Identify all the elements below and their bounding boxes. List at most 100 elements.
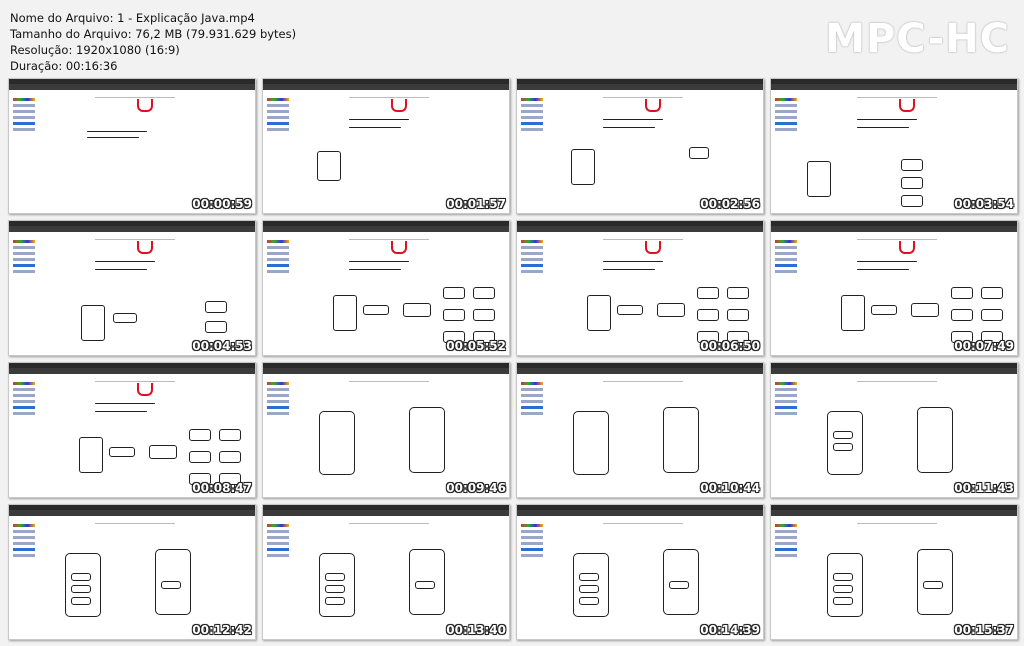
video-thumbnail: 00:12:42: [8, 504, 256, 640]
window-tab-bar: [517, 510, 763, 516]
toolbar: [95, 92, 175, 98]
inner-box: [579, 585, 599, 593]
java-cup-icon: [137, 241, 153, 254]
editor-sidebar: [13, 379, 35, 431]
video-thumbnail: 00:06:50: [516, 220, 764, 356]
sketch-text-line: [87, 131, 147, 132]
thumbnail-timestamp: 00:09:46: [446, 481, 506, 495]
inner-box: [325, 597, 345, 605]
right-panel-box: [663, 407, 699, 473]
video-thumbnail: 00:04:53: [8, 220, 256, 356]
inner-box: [833, 573, 853, 581]
video-thumbnail: 00:02:56: [516, 78, 764, 214]
thumbnail-timestamp: 00:03:54: [954, 197, 1014, 211]
window-tab-bar: [771, 368, 1017, 374]
sketch-text-line: [349, 269, 401, 270]
code-box: [79, 437, 103, 473]
sketch-text-line: [95, 269, 147, 270]
java-cup-icon: [645, 241, 661, 254]
code-box: [571, 149, 595, 185]
jvm-box: [443, 287, 465, 299]
toolbar: [349, 234, 429, 240]
jvm-box: [189, 429, 211, 441]
sketch-text-line: [857, 269, 909, 270]
sketch-text-line: [95, 261, 155, 262]
os-box: [981, 309, 1003, 321]
thumbnail-timestamp: 00:10:44: [700, 481, 760, 495]
editor-sidebar: [267, 521, 289, 573]
java-cup-icon: [899, 241, 915, 254]
video-thumbnail: 00:05:52: [262, 220, 510, 356]
inner-box: [833, 443, 853, 451]
window-tab-bar: [517, 226, 763, 232]
inner-box: [71, 597, 91, 605]
editor-sidebar: [13, 237, 35, 289]
thumbnail-timestamp: 00:02:56: [700, 197, 760, 211]
bytecode-box: [403, 303, 431, 317]
editor-sidebar: [13, 521, 35, 573]
os-box: [205, 321, 227, 333]
editor-sidebar: [13, 95, 35, 147]
right-panel-box: [917, 407, 953, 473]
thumbnail-timestamp: 00:04:53: [192, 339, 252, 353]
editor-sidebar: [521, 521, 543, 573]
toolbar: [857, 518, 937, 524]
editor-sidebar: [775, 237, 797, 289]
os-box: [473, 287, 495, 299]
editor-sidebar: [775, 379, 797, 431]
toolbar: [349, 376, 429, 382]
inner-box: [923, 581, 943, 589]
video-thumbnail: 00:09:46: [262, 362, 510, 498]
code-box: [807, 161, 831, 197]
compiler-box: [113, 313, 137, 323]
window-tab-bar: [9, 226, 255, 232]
window-tab-bar: [263, 368, 509, 374]
window-tab-bar: [9, 84, 255, 90]
java-cup-icon: [391, 99, 407, 112]
window-tab-bar: [771, 510, 1017, 516]
video-thumbnail: 00:14:39: [516, 504, 764, 640]
toolbar: [857, 376, 937, 382]
inner-box: [669, 581, 689, 589]
thumbnail-timestamp: 00:07:49: [954, 339, 1014, 353]
java-cup-icon: [137, 383, 153, 396]
editor-sidebar: [267, 379, 289, 431]
editor-sidebar: [521, 95, 543, 147]
video-thumbnail: 00:15:37: [770, 504, 1018, 640]
thumbnail-timestamp: 00:00:59: [192, 197, 252, 211]
file-duration: Duração: 00:16:36: [10, 59, 118, 73]
window-tab-bar: [771, 84, 1017, 90]
os-box: [727, 287, 749, 299]
compiler-box: [109, 447, 135, 457]
editor-sidebar: [775, 95, 797, 147]
inner-box: [579, 597, 599, 605]
thumbnail-timestamp: 00:12:42: [192, 623, 252, 637]
compiler-box: [617, 305, 643, 315]
inner-box: [325, 585, 345, 593]
toolbar: [349, 92, 429, 98]
bytecode-box: [911, 303, 939, 317]
inner-box: [833, 597, 853, 605]
code-box: [317, 151, 341, 181]
editor-sidebar: [267, 95, 289, 147]
toolbar: [603, 92, 683, 98]
code-box: [333, 295, 357, 331]
inner-box: [579, 573, 599, 581]
thumbnail-timestamp: 00:11:43: [954, 481, 1014, 495]
sketch-text-line: [349, 261, 409, 262]
sketch-text-line: [857, 119, 917, 120]
inner-box: [161, 581, 181, 589]
left-panel-box: [573, 411, 609, 475]
sketch-text-line: [95, 411, 147, 412]
toolbar: [857, 234, 937, 240]
bytecode-box: [657, 303, 685, 317]
file-info: Nome do Arquivo: 1 - Explicação Java.mp4…: [10, 10, 296, 74]
thumbnail-timestamp: 00:08:47: [192, 481, 252, 495]
bytecode-box: [149, 445, 177, 459]
window-tab-bar: [263, 510, 509, 516]
os-box: [901, 195, 923, 207]
inner-box: [325, 573, 345, 581]
sketch-text-line: [603, 119, 663, 120]
video-thumbnail: 00:01:57: [262, 78, 510, 214]
jvm-box: [697, 287, 719, 299]
